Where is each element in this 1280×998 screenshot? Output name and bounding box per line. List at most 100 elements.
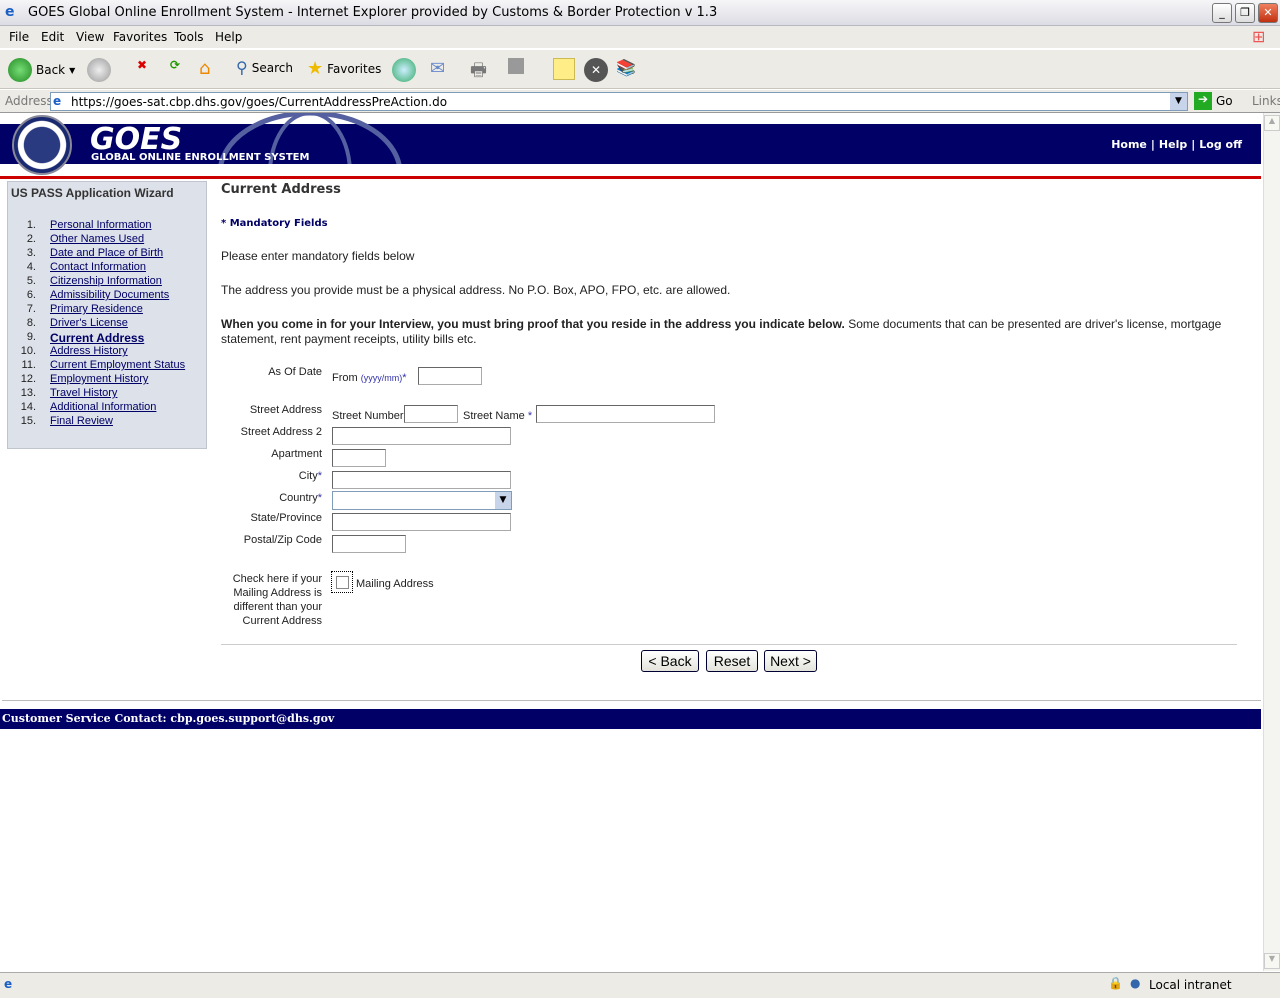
state-input[interactable]	[332, 513, 511, 531]
step-number: 13.	[20, 387, 36, 399]
street-address2-label: Street Address 2	[240, 426, 322, 438]
page-content: GOES GLOBAL ONLINE ENROLLMENT SYSTEM Hom…	[0, 113, 1263, 971]
required-star: *	[527, 410, 533, 422]
wizard-step-link[interactable]: Additional Information	[50, 401, 156, 413]
back-form-button[interactable]: < Back	[641, 650, 699, 672]
mailing-address-checkbox[interactable]	[336, 576, 349, 589]
home-icon: ⌂	[199, 58, 211, 79]
menu-view[interactable]: View	[76, 30, 104, 44]
home-link[interactable]: Home	[1111, 138, 1147, 151]
edit-button[interactable]	[508, 58, 524, 74]
print-button[interactable]: 🖶	[470, 58, 487, 88]
proof-bold: When you come in for your Interview, you…	[221, 317, 845, 331]
wizard-step-link[interactable]: Other Names Used	[50, 233, 144, 245]
wizard-step-link[interactable]: Final Review	[50, 415, 113, 427]
mail-icon: ✉	[430, 58, 446, 79]
mail-button[interactable]: ✉	[430, 58, 445, 79]
stop-icon: ✖	[137, 58, 148, 72]
street-name-input[interactable]	[536, 405, 715, 423]
wizard-step-link[interactable]: Admissibility Documents	[50, 289, 169, 301]
step-number: 2.	[26, 233, 36, 245]
wizard-step-link[interactable]: Contact Information	[50, 261, 146, 273]
divider	[2, 700, 1261, 701]
favorites-button[interactable]: ★ Favorites	[307, 58, 381, 79]
home-button[interactable]: ⌂	[199, 58, 210, 79]
goes-subtitle: GLOBAL ONLINE ENROLLMENT SYSTEM	[91, 152, 310, 163]
wizard-step-link[interactable]: Current Address	[50, 331, 144, 345]
wizard-step: 5. Citizenship Information	[8, 275, 206, 289]
search-icon: ⚲	[236, 58, 248, 77]
vertical-scrollbar[interactable]: ▲ ▼	[1263, 113, 1280, 971]
menu-help[interactable]: Help	[215, 30, 242, 44]
wizard-step-link[interactable]: Personal Information	[50, 219, 152, 231]
title-bar: e GOES Global Online Enrollment System -…	[0, 0, 1280, 26]
header-nav: Home | Help | Log off	[1111, 138, 1242, 151]
menu-tools[interactable]: Tools	[174, 30, 204, 44]
windows-logo-icon: ⊞	[1252, 27, 1266, 46]
wizard-step-link[interactable]: Date and Place of Birth	[50, 247, 163, 259]
wizard-step-link[interactable]: Current Employment Status	[50, 359, 185, 371]
street-address2-input[interactable]	[332, 427, 511, 445]
menu-bar: File Edit View Favorites Tools Help ⊞	[0, 26, 1280, 48]
wizard-step: 7. Primary Residence	[8, 303, 206, 317]
wizard-step: 3. Date and Place of Birth	[8, 247, 206, 261]
apartment-input[interactable]	[332, 449, 386, 467]
street-number-input[interactable]	[404, 405, 458, 423]
window-title: GOES Global Online Enrollment System - I…	[28, 5, 718, 20]
research-icon: 📚	[616, 58, 636, 77]
refresh-button[interactable]: ⟳	[170, 58, 180, 72]
stop-button[interactable]: ✖	[137, 58, 147, 72]
globe-icon: ●	[1130, 976, 1141, 990]
history-button[interactable]	[392, 58, 416, 82]
required-star: *	[317, 492, 322, 504]
city-text: City	[298, 470, 318, 482]
address-input[interactable]: e https://goes-sat.cbp.dhs.gov/goes/Curre…	[50, 92, 1188, 111]
street-address-label: Street Address	[249, 404, 322, 416]
wizard-step-link[interactable]: Primary Residence	[50, 303, 143, 315]
logoff-link[interactable]: Log off	[1199, 138, 1242, 151]
city-label: City*	[200, 470, 322, 482]
wizard-step: 8. Driver's License	[8, 317, 206, 331]
reset-button[interactable]: Reset	[706, 650, 758, 672]
help-link[interactable]: Help	[1159, 138, 1187, 151]
country-select[interactable]: ▼	[332, 491, 512, 510]
minimize-button[interactable]: _	[1212, 3, 1232, 23]
address-dropdown-icon[interactable]: ▼	[1170, 93, 1187, 110]
menu-edit[interactable]: Edit	[41, 30, 64, 44]
go-button[interactable]: ➔ Go	[1194, 92, 1233, 110]
forward-arrow-icon	[87, 58, 111, 82]
menu-file[interactable]: File	[9, 30, 29, 44]
history-icon	[392, 58, 416, 82]
step-number: 15.	[20, 415, 36, 427]
country-label: Country*	[200, 492, 322, 504]
search-button[interactable]: ⚲ Search	[236, 58, 293, 77]
scroll-down-icon[interactable]: ▼	[1264, 953, 1280, 969]
notes-button[interactable]	[553, 58, 575, 80]
back-arrow-icon	[8, 58, 32, 82]
forward-button[interactable]	[87, 58, 111, 82]
city-input[interactable]	[332, 471, 511, 489]
status-bar: e 🔒 ● Local intranet	[0, 972, 1280, 998]
wizard-step-link[interactable]: Employment History	[50, 373, 148, 385]
close-button[interactable]: ✕	[1258, 3, 1278, 23]
from-date-input[interactable]	[418, 367, 482, 385]
street-name-label: Street Name *	[463, 410, 532, 422]
wizard-step: 4. Contact Information	[8, 261, 206, 275]
wizard-step-link[interactable]: Address History	[50, 345, 128, 357]
maximize-button[interactable]: ❐	[1235, 3, 1255, 23]
links-button[interactable]: Links	[1252, 94, 1280, 108]
next-button[interactable]: Next >	[764, 650, 817, 672]
menu-favorites[interactable]: Favorites	[113, 30, 167, 44]
close-tool-button[interactable]: ✕	[584, 58, 608, 82]
research-button[interactable]: 📚	[616, 58, 636, 77]
wizard-step: 1. Personal Information	[8, 219, 206, 233]
scroll-up-icon[interactable]: ▲	[1264, 115, 1280, 131]
postal-input[interactable]	[332, 535, 406, 553]
step-number: 14.	[20, 401, 36, 413]
wizard-step-link[interactable]: Citizenship Information	[50, 275, 162, 287]
main-content: Current Address * Mandatory Fields Pleas…	[221, 182, 1241, 347]
wizard-step-link[interactable]: Travel History	[50, 387, 117, 399]
sidebar-title: US PASS Application Wizard	[11, 186, 174, 200]
back-button[interactable]: Back ▼	[8, 58, 75, 82]
wizard-step-link[interactable]: Driver's License	[50, 317, 128, 329]
